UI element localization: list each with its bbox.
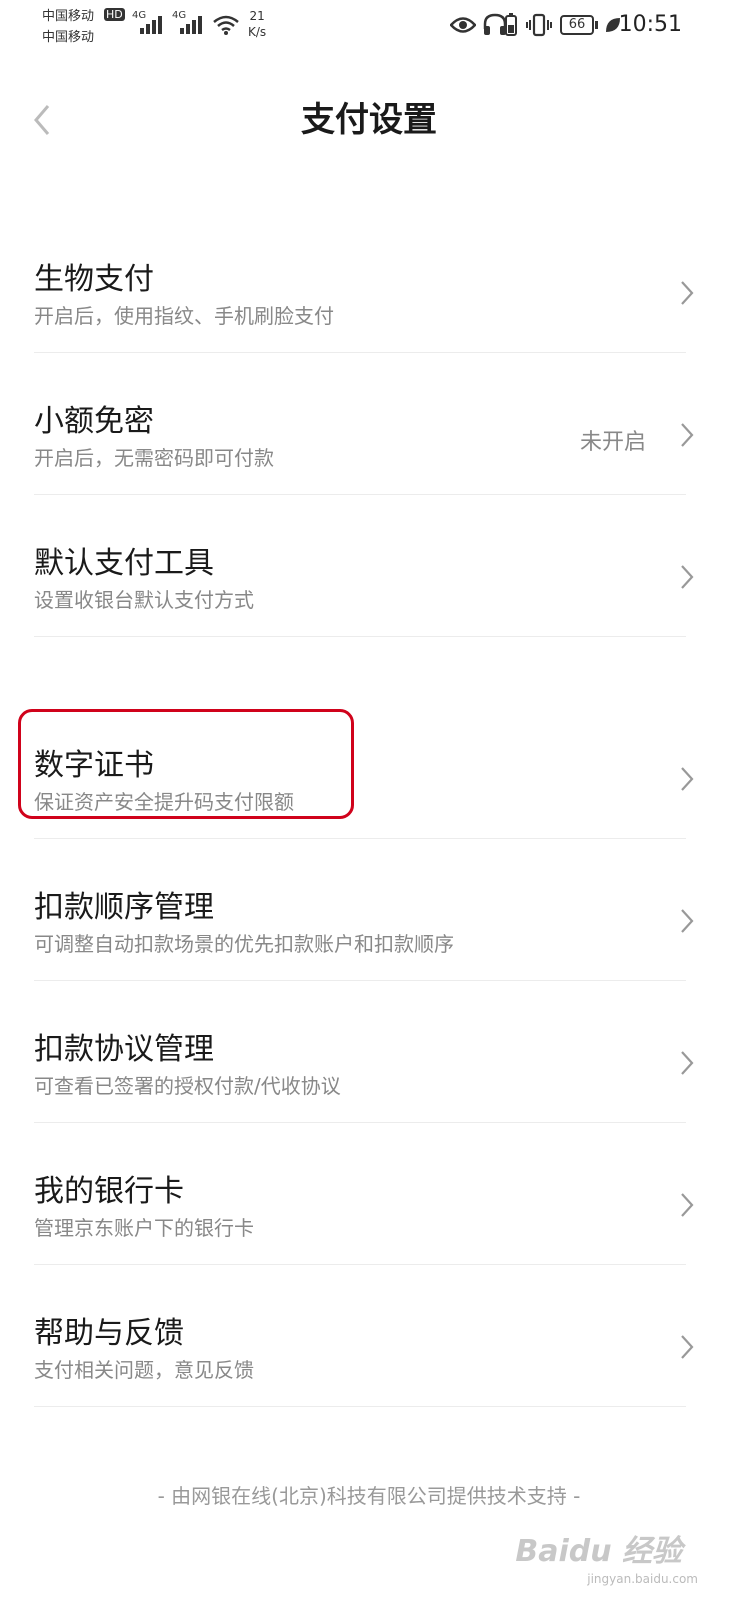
divider [34, 1406, 686, 1407]
carrier-info: 中国移动 中国移动 [42, 6, 94, 48]
battery-tip [595, 21, 598, 29]
item-title: 生物支付 [34, 262, 154, 297]
payment-settings-screen: 中国移动 中国移动 HD 4G 4G 21 K/s 66 10:51 支付设置 … [0, 0, 738, 1600]
chevron-right-icon [681, 1335, 694, 1359]
carrier-1: 中国移动 [42, 9, 95, 24]
item-title: 默认支付工具 [34, 546, 214, 581]
divider [34, 1122, 686, 1123]
item-desc: 设置收银台默认支付方式 [34, 588, 254, 612]
chevron-right-icon [681, 1193, 694, 1217]
item-desc: 管理京东账户下的银行卡 [34, 1216, 254, 1240]
item-status: 未开启 [579, 430, 646, 455]
vibrate-icon [526, 13, 552, 37]
item-desc: 开启后，无需密码即可付款 [34, 446, 274, 470]
eye-icon [450, 17, 476, 33]
network-speed: 21 K/s [248, 8, 266, 40]
watermark-url: jingyan.baidu.com [587, 1572, 698, 1586]
carrier-2: 中国移动 [42, 30, 95, 45]
speed-unit: K/s [248, 25, 267, 39]
chevron-right-icon [681, 565, 694, 589]
settings-item-help-feedback[interactable]: 帮助与反馈 支付相关问题，意见反馈 [0, 1278, 738, 1418]
battery-small-icon [505, 13, 517, 36]
footer-tech-support: - 由网银在线(北京)科技有限公司提供技术支持 - [157, 1484, 581, 1508]
signal-icon-2 [180, 14, 206, 34]
chevron-right-icon [681, 767, 694, 791]
divider [34, 636, 686, 637]
signal-icon [140, 14, 166, 34]
chevron-right-icon [681, 909, 694, 933]
settings-item-small-amount-free[interactable]: 小额免密 开启后，无需密码即可付款 未开启 [0, 366, 738, 506]
divider [34, 838, 686, 839]
item-title: 扣款顺序管理 [34, 890, 214, 925]
item-title: 帮助与反馈 [34, 1316, 184, 1351]
divider [34, 980, 686, 981]
clock: 10:51 [618, 12, 682, 37]
settings-item-deduction-order[interactable]: 扣款顺序管理 可调整自动扣款场景的优先扣款账户和扣款顺序 [0, 852, 738, 992]
settings-item-deduction-agreement[interactable]: 扣款协议管理 可查看已签署的授权付款/代收协议 [0, 994, 738, 1134]
settings-item-default-pay-tool[interactable]: 默认支付工具 设置收银台默认支付方式 [0, 508, 738, 648]
item-title: 小额免密 [34, 404, 154, 439]
hd-badge: HD [104, 8, 125, 21]
item-desc: 支付相关问题，意见反馈 [34, 1358, 254, 1382]
baidu-watermark-logo: Baidu 经验 [515, 1534, 682, 1569]
speed-value: 21 [249, 9, 265, 23]
item-title: 我的银行卡 [34, 1174, 184, 1209]
settings-item-biometric-pay[interactable]: 生物支付 开启后，使用指纹、手机刷脸支付 [0, 224, 738, 364]
item-desc: 可查看已签署的授权付款/代收协议 [34, 1074, 341, 1098]
item-desc: 可调整自动扣款场景的优先扣款账户和扣款顺序 [34, 932, 454, 956]
battery-icon: 66 [560, 15, 594, 35]
wifi-icon [213, 15, 239, 35]
divider [34, 1264, 686, 1265]
chevron-right-icon [681, 423, 694, 447]
settings-item-bank-cards[interactable]: 我的银行卡 管理京东账户下的银行卡 [0, 1136, 738, 1276]
item-title: 扣款协议管理 [34, 1032, 214, 1067]
chevron-right-icon [681, 1051, 694, 1075]
page-title: 支付设置 [301, 100, 437, 140]
status-bar: 中国移动 中国移动 HD 4G 4G 21 K/s 66 10:51 [0, 0, 738, 56]
item-desc: 开启后，使用指纹、手机刷脸支付 [34, 304, 334, 328]
divider [34, 494, 686, 495]
highlight-box [18, 709, 354, 819]
divider [34, 352, 686, 353]
chevron-right-icon [681, 281, 694, 305]
